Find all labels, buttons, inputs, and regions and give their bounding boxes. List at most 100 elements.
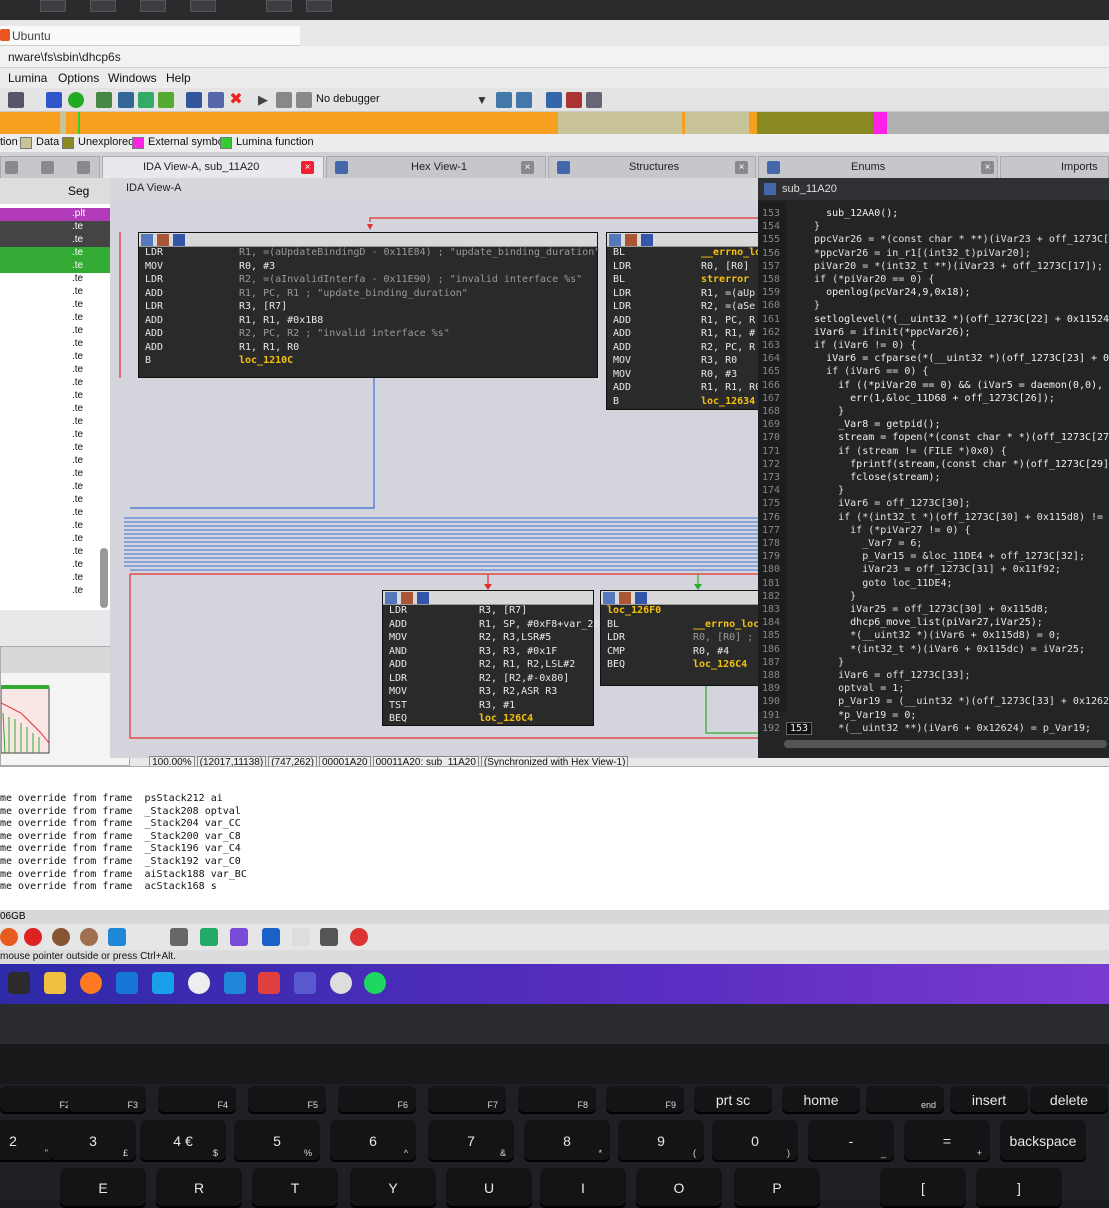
code-line[interactable]: 158 if (*piVar20 == 0) { — [758, 274, 1109, 287]
segment-row[interactable]: .te — [0, 234, 112, 247]
segment-row[interactable]: .te — [0, 442, 112, 455]
code-line[interactable]: 186 *(int32_t *)(iVar6 + 0x115dc) = iVar… — [758, 644, 1109, 657]
spotify-icon[interactable] — [364, 972, 386, 994]
func-icon[interactable] — [158, 92, 174, 108]
function-key[interactable]: F5 — [248, 1086, 326, 1114]
ida-graph-view[interactable]: IDA View-A LDR R1, =(aUpdateBindingD - 0… — [110, 178, 761, 758]
letter-key[interactable]: I — [540, 1168, 626, 1208]
code-line[interactable]: 184 dhcp6_move_list(piVar27,iVar25); — [758, 617, 1109, 630]
segment-row[interactable]: .te — [0, 533, 112, 546]
enum-icon[interactable] — [138, 92, 154, 108]
segment-row[interactable]: .te — [0, 494, 112, 507]
segment-row[interactable]: .te — [0, 455, 112, 468]
host-button[interactable] — [90, 0, 116, 12]
segment-row[interactable]: .te — [0, 299, 112, 312]
code-line[interactable]: 153 sub_12AA0(); — [758, 208, 1109, 221]
function-key[interactable]: F9 — [606, 1086, 684, 1114]
segment-row[interactable]: .te — [0, 260, 112, 273]
pause-icon[interactable] — [276, 92, 292, 108]
chevron-down-icon[interactable]: ▼ — [476, 92, 492, 108]
lock-icon[interactable] — [330, 972, 352, 994]
decompiler-scrollbar[interactable] — [784, 740, 1107, 748]
code-line[interactable]: 167 err(1,&loc_11D68 + off_1273C[26]); — [758, 393, 1109, 406]
host-button[interactable] — [306, 0, 332, 12]
delete-icon[interactable]: ✖ — [228, 92, 244, 108]
code-line[interactable]: 154 } — [758, 221, 1109, 234]
function-key[interactable]: home — [782, 1086, 860, 1114]
code-line[interactable]: 179 p_Var15 = &loc_11DE4 + off_1273C[32]… — [758, 551, 1109, 564]
breakpoint-icon[interactable] — [566, 92, 582, 108]
run-green-icon[interactable] — [68, 92, 84, 108]
code-line[interactable]: 171 if (stream != (FILE *)0x0) { — [758, 446, 1109, 459]
assemble-icon[interactable] — [8, 92, 24, 108]
folder-icon[interactable] — [44, 972, 66, 994]
code-line[interactable]: 161 setloglevel(*(__uint32 *)(off_1273C[… — [758, 314, 1109, 327]
edit-icon[interactable] — [208, 92, 224, 108]
tab-imports[interactable]: Imports — [1000, 156, 1109, 178]
ubuntu-app-icon[interactable] — [0, 928, 18, 946]
trace-icon[interactable] — [586, 92, 602, 108]
avatar[interactable] — [52, 928, 70, 946]
code-line[interactable]: 176 if (*(int32_t *)(off_1273C[30] + 0x1… — [758, 512, 1109, 525]
code-line[interactable]: 189 optval = 1; — [758, 683, 1109, 696]
close-icon[interactable] — [77, 161, 90, 174]
panel-icon[interactable] — [5, 161, 18, 174]
code-line[interactable]: 170 stream = fopen(*(const char * *)(off… — [758, 432, 1109, 445]
stop-icon[interactable] — [296, 92, 312, 108]
letter-key[interactable]: O — [636, 1168, 722, 1208]
segment-row[interactable]: .te — [0, 377, 112, 390]
segment-row[interactable]: .te — [0, 325, 112, 338]
code-line[interactable]: 187 } — [758, 657, 1109, 670]
segment-row[interactable]: .te — [0, 481, 112, 494]
letter-key[interactable]: U — [446, 1168, 532, 1208]
xref-icon[interactable] — [186, 92, 202, 108]
lumina-icon[interactable] — [46, 92, 62, 108]
function-key[interactable]: F7 — [428, 1086, 506, 1114]
segment-row[interactable]: .te — [0, 351, 112, 364]
avatar[interactable] — [80, 928, 98, 946]
segment-row[interactable]: .te — [0, 403, 112, 416]
app-icon[interactable] — [262, 928, 280, 946]
number-key[interactable]: 0) — [712, 1120, 798, 1162]
letter-key[interactable]: P — [734, 1168, 820, 1208]
menu-windows[interactable]: Windows — [108, 71, 157, 85]
function-key[interactable]: F2 — [0, 1086, 78, 1114]
close-icon[interactable]: × — [521, 161, 534, 174]
code-line[interactable]: 188 iVar6 = off_1273C[33]; — [758, 670, 1109, 683]
calendar-icon[interactable] — [320, 928, 338, 946]
segment-icon[interactable] — [96, 92, 112, 108]
letter-key[interactable]: R — [156, 1168, 242, 1208]
letter-key[interactable]: ] — [976, 1168, 1062, 1208]
play-icon[interactable]: ▶ — [258, 92, 274, 108]
number-key[interactable]: = + — [904, 1120, 990, 1162]
code-line[interactable]: 180 iVar23 = off_1273C[31] + 0x11f92; — [758, 564, 1109, 577]
segment-row[interactable]: .te — [0, 338, 112, 351]
app-icon[interactable] — [350, 928, 368, 946]
code-line[interactable]: 162 iVar6 = ifinit(*ppcVar26); — [758, 327, 1109, 340]
code-line[interactable]: 191 *p_Var19 = 0; — [758, 710, 1109, 723]
number-key[interactable]: 8 * — [524, 1120, 610, 1162]
menu-options[interactable]: Options — [58, 71, 99, 85]
vm-tab[interactable]: Ubuntu — [0, 26, 300, 46]
segment-row[interactable]: .te — [0, 546, 112, 559]
number-key[interactable]: backspace — [1000, 1120, 1086, 1162]
code-line[interactable]: 183 iVar25 = off_1273C[30] + 0x115d8; — [758, 604, 1109, 617]
close-icon[interactable]: × — [981, 161, 994, 174]
code-line[interactable]: 159 openlog(pcVar24,9,0x18); — [758, 287, 1109, 300]
segment-row[interactable]: .te — [0, 572, 112, 585]
segment-row[interactable]: .te — [0, 286, 112, 299]
code-line[interactable]: 182 } — [758, 591, 1109, 604]
host-button[interactable] — [140, 0, 166, 12]
close-icon[interactable]: × — [301, 161, 314, 174]
outlook-icon[interactable] — [116, 972, 138, 994]
debugger-select[interactable]: No debugger — [316, 93, 380, 105]
tab-hex-view[interactable]: Hex View-1 × — [326, 156, 546, 178]
segment-row[interactable]: .te — [0, 507, 112, 520]
letter-key[interactable]: Y — [350, 1168, 436, 1208]
git-icon[interactable] — [258, 972, 280, 994]
segment-row[interactable]: .te — [0, 585, 112, 598]
number-key[interactable]: 2 " — [0, 1120, 56, 1162]
code-line[interactable]: 155 ppcVar26 = *(const char * **)(iVar23… — [758, 234, 1109, 247]
segment-row[interactable]: .te — [0, 520, 112, 533]
function-key[interactable]: prt sc — [694, 1086, 772, 1114]
